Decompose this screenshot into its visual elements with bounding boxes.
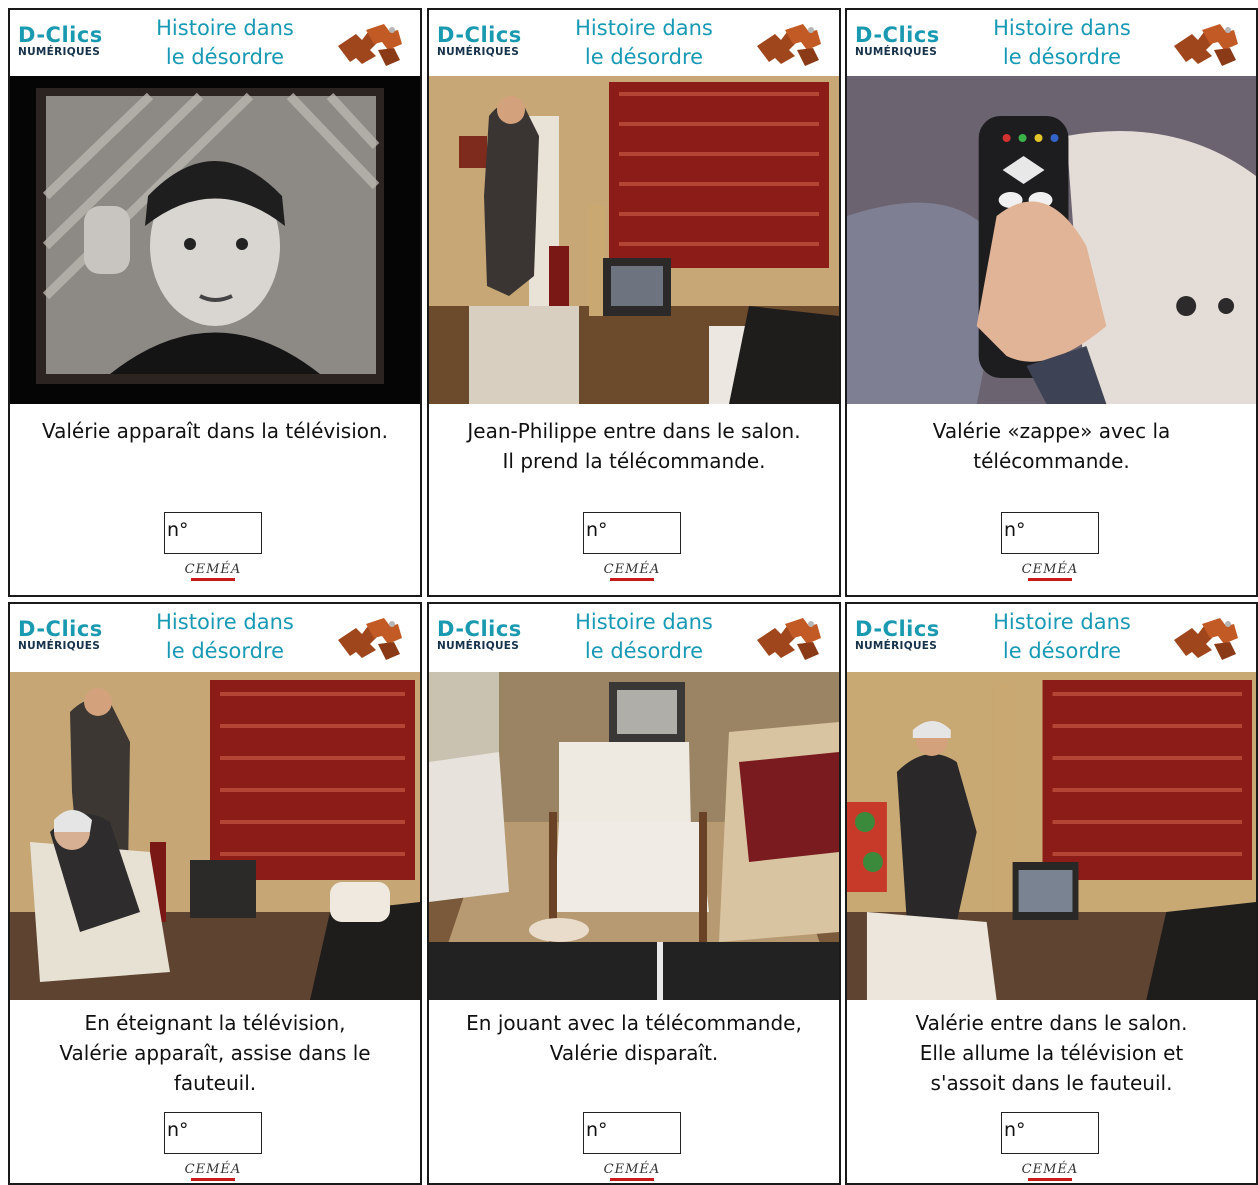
cemea-logo: CEMÉA [164, 1162, 262, 1181]
puzzle-pieces-icon [338, 618, 402, 660]
sequence-number-box: n° [164, 512, 262, 554]
story-card-6: D-Clics NUMÉRIQUES Histoire dans le déso… [845, 602, 1258, 1185]
card-caption: Jean-Philippe entre dans le salon. Il pr… [467, 419, 801, 473]
scene-photo-empty-armchair [429, 672, 839, 1000]
card-header: D-Clics NUMÉRIQUES Histoire dans le déso… [429, 10, 839, 76]
story-card-4: D-Clics NUMÉRIQUES Histoire dans le déso… [8, 602, 422, 1185]
card-title: Histoire dans le désordre [156, 610, 294, 663]
cemea-logo: CEMÉA [1001, 1162, 1099, 1181]
story-card-3: D-Clics NUMÉRIQUES Histoire dans le déso… [845, 8, 1258, 597]
sequence-number-box: n° [583, 1112, 681, 1154]
card-title: Histoire dans le désordre [993, 610, 1131, 663]
card-header: D-Clics NUMÉRIQUES Histoire dans le déso… [847, 604, 1256, 670]
dclics-logo: D-Clics NUMÉRIQUES [437, 617, 522, 652]
dclics-logo: D-Clics NUMÉRIQUES [855, 617, 940, 652]
puzzle-pieces-icon [1174, 618, 1238, 660]
card-header: D-Clics NUMÉRIQUES Histoire dans le déso… [10, 604, 420, 670]
cemea-logo: CEMÉA [1001, 562, 1099, 581]
puzzle-pieces-icon [1174, 24, 1238, 66]
dclics-logo: D-Clics NUMÉRIQUES [855, 23, 940, 58]
scene-photo-woman-in-armchair [10, 672, 420, 1000]
sequence-number-box: n° [164, 1112, 262, 1154]
scene-photo-tv-close-up [10, 76, 420, 404]
card-header: D-Clics NUMÉRIQUES Histoire dans le déso… [10, 10, 420, 76]
dclics-logo: D-Clics NUMÉRIQUES [18, 617, 103, 652]
dclics-logo: D-Clics NUMÉRIQUES [437, 23, 522, 58]
story-card-1: D-Clics NUMÉRIQUES Histoire dans le déso… [8, 8, 422, 597]
cemea-logo: CEMÉA [583, 562, 681, 581]
card-title: Histoire dans le désordre [156, 16, 294, 69]
card-title: Histoire dans le désordre [993, 16, 1131, 69]
puzzle-pieces-icon [757, 618, 821, 660]
dclics-logo: D-Clics NUMÉRIQUES [18, 23, 103, 58]
card-header: D-Clics NUMÉRIQUES Histoire dans le déso… [429, 604, 839, 670]
card-caption: En jouant avec la télécommande, Valérie … [466, 1011, 802, 1065]
card-title: Histoire dans le désordre [575, 610, 713, 663]
cemea-logo: CEMÉA [164, 562, 262, 581]
sequence-number-box: n° [1001, 1112, 1099, 1154]
story-card-2: D-Clics NUMÉRIQUES Histoire dans le déso… [427, 8, 841, 597]
sequence-number-box: n° [1001, 512, 1099, 554]
cemea-logo: CEMÉA [583, 1162, 681, 1181]
card-title: Histoire dans le désordre [575, 16, 713, 69]
sequence-number-box: n° [583, 512, 681, 554]
card-caption: Valérie entre dans le salon. Elle allume… [915, 1011, 1188, 1095]
card-caption: Valérie «zappe» avec la télécommande. [932, 419, 1171, 473]
puzzle-pieces-icon [338, 24, 402, 66]
scene-photo-remote-control [847, 76, 1256, 404]
story-card-5: D-Clics NUMÉRIQUES Histoire dans le déso… [427, 602, 841, 1185]
scene-photo-living-room-man [429, 76, 839, 404]
puzzle-pieces-icon [757, 24, 821, 66]
card-caption: Valérie apparaît dans la télévision. [41, 419, 389, 443]
scene-photo-woman-turns-on-tv [847, 672, 1256, 1000]
card-caption: En éteignant la télévision, Valérie appa… [59, 1011, 371, 1095]
card-header: D-Clics NUMÉRIQUES Histoire dans le déso… [847, 10, 1256, 76]
